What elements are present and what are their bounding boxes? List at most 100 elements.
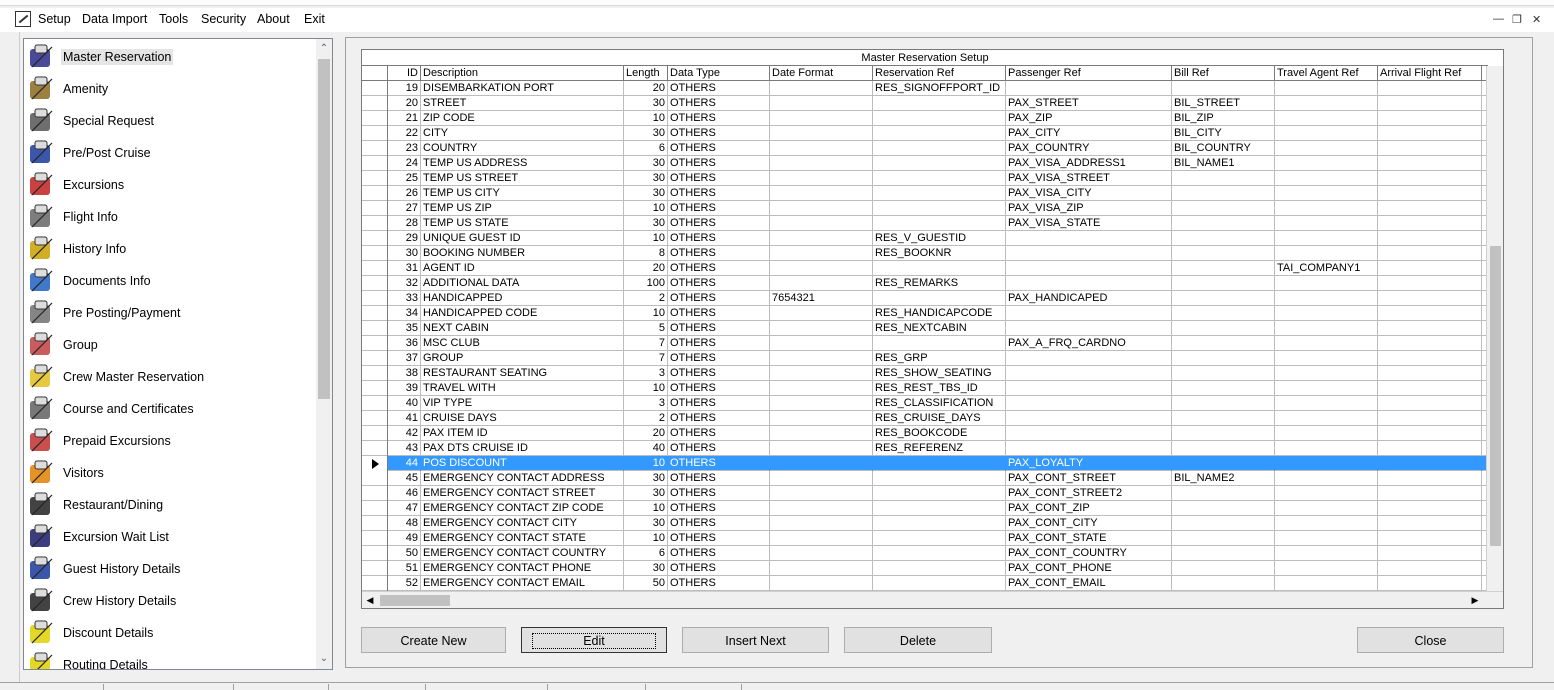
sidebar-item[interactable]: Amenity (24, 73, 324, 105)
scroll-up-icon[interactable]: ⌃ (316, 41, 332, 57)
table-row[interactable]: 24 TEMP US ADDRESS 30 OTHERS PAX_VISA_ADDRES… (362, 156, 1488, 171)
table-row[interactable]: 45 EMERGENCY CONTACT ADDRESS 30 OTHERS PAX_C… (362, 471, 1488, 486)
column-header[interactable]: Data Type (668, 66, 770, 81)
row-selector[interactable] (362, 291, 388, 306)
table-row[interactable]: 34 HANDICAPPED CODE 10 OTHERS RES_HANDICAPCO… (362, 306, 1488, 321)
table-row[interactable]: 40 VIP TYPE 3 OTHERS RES_CLASSIFICATION (362, 396, 1488, 411)
row-selector[interactable] (362, 261, 388, 276)
row-selector[interactable] (362, 156, 388, 171)
grid-hscroll-thumb[interactable] (380, 595, 450, 606)
table-row[interactable]: 43 PAX DTS CRUISE ID 40 OTHERS RES_REFERENZ (362, 441, 1488, 456)
row-selector[interactable] (362, 366, 388, 381)
minimize-icon[interactable]: — (1493, 13, 1504, 25)
delete-button[interactable]: Delete (844, 627, 992, 653)
row-selector[interactable] (362, 246, 388, 261)
sidebar-item[interactable]: Visitors (24, 457, 324, 489)
row-selector[interactable] (362, 336, 388, 351)
table-row[interactable]: 37 GROUP 7 OTHERS RES_GRP (362, 351, 1488, 366)
column-header[interactable]: Bill Ref (1172, 66, 1275, 81)
table-row[interactable]: 29 UNIQUE GUEST ID 10 OTHERS RES_V_GUESTID (362, 231, 1488, 246)
menu-setup[interactable]: Setup (38, 12, 71, 26)
column-header[interactable]: Reservation Ref (873, 66, 1006, 81)
row-selector[interactable] (362, 306, 388, 321)
restore-icon[interactable]: ❐ (1512, 13, 1522, 26)
table-row[interactable]: 20 STREET 30 OTHERS PAX_STREET BIL_STREET (362, 96, 1488, 111)
grid-horizontal-scrollbar[interactable]: ◀ ▶ (362, 591, 1503, 608)
master-reservation-grid[interactable]: Master Reservation Setup ID Description Le… (361, 49, 1504, 609)
sidebar-item[interactable]: Excursion Wait List (24, 521, 324, 553)
table-row[interactable]: 26 TEMP US CITY 30 OTHERS PAX_VISA_CITY (362, 186, 1488, 201)
table-row[interactable]: 36 MSC CLUB 7 OTHERS PAX_A_FRQ_CARDNO (362, 336, 1488, 351)
column-header[interactable]: Travel Agent Ref (1275, 66, 1378, 81)
grid-vertical-scrollbar[interactable] (1486, 66, 1503, 593)
row-selector[interactable] (362, 216, 388, 231)
sidebar-item[interactable]: Crew Master Reservation (24, 361, 324, 393)
row-selector[interactable] (362, 561, 388, 576)
table-row[interactable]: 21 ZIP CODE 10 OTHERS PAX_ZIP BIL_ZIP (362, 111, 1488, 126)
sidebar-item[interactable]: Routing Details (24, 649, 324, 669)
column-header[interactable]: Arrival Flight Ref (1378, 66, 1482, 81)
row-selector[interactable] (362, 531, 388, 546)
row-selector[interactable] (362, 486, 388, 501)
row-selector[interactable] (362, 396, 388, 411)
scroll-down-icon[interactable]: ⌄ (316, 651, 332, 667)
table-row[interactable]: 32 ADDITIONAL DATA 100 OTHERS RES_REMARKS (362, 276, 1488, 291)
table-row[interactable]: 52 EMERGENCY CONTACT EMAIL 50 OTHERS PAX_CON… (362, 576, 1488, 591)
sidebar-item[interactable]: Pre Posting/Payment (24, 297, 324, 329)
row-selector[interactable] (362, 276, 388, 291)
row-selector[interactable] (362, 81, 388, 96)
table-row[interactable]: 22 CITY 30 OTHERS PAX_CITY BIL_CITY (362, 126, 1488, 141)
scroll-right-icon[interactable]: ▶ (1467, 592, 1483, 608)
menu-security[interactable]: Security (201, 12, 246, 26)
table-row[interactable]: 35 NEXT CABIN 5 OTHERS RES_NEXTCABIN (362, 321, 1488, 336)
row-selector[interactable] (362, 471, 388, 486)
sidebar-item[interactable]: Documents Info (24, 265, 324, 297)
sidebar-item[interactable]: Group (24, 329, 324, 361)
table-row[interactable]: 50 EMERGENCY CONTACT COUNTRY 6 OTHERS PAX_CO… (362, 546, 1488, 561)
row-selector[interactable] (362, 516, 388, 531)
edit-button[interactable]: Edit (521, 627, 667, 653)
row-selector[interactable] (362, 426, 388, 441)
table-row[interactable]: 25 TEMP US STREET 30 OTHERS PAX_VISA_STREET (362, 171, 1488, 186)
table-row[interactable]: 41 CRUISE DAYS 2 OTHERS RES_CRUISE_DAYS (362, 411, 1488, 426)
row-selector[interactable] (362, 351, 388, 366)
sidebar-item[interactable]: Pre/Post Cruise (24, 137, 324, 169)
table-row[interactable]: 33 HANDICAPPED 2 OTHERS 7654321 PAX_HANDICAPE… (362, 291, 1488, 306)
sidebar-item[interactable]: Prepaid Excursions (24, 425, 324, 457)
table-row[interactable]: 23 COUNTRY 6 OTHERS PAX_COUNTRY BIL_COUNTRY (362, 141, 1488, 156)
table-row[interactable]: 51 EMERGENCY CONTACT PHONE 30 OTHERS PAX_CON… (362, 561, 1488, 576)
app-icon[interactable] (15, 11, 31, 27)
table-row[interactable]: 30 BOOKING NUMBER 8 OTHERS RES_BOOKNR (362, 246, 1488, 261)
table-row[interactable]: 27 TEMP US ZIP 10 OTHERS PAX_VISA_ZIP (362, 201, 1488, 216)
row-selector[interactable] (362, 186, 388, 201)
row-selector[interactable] (362, 231, 388, 246)
table-row[interactable]: 39 TRAVEL WITH 10 OTHERS RES_REST_TBS_ID (362, 381, 1488, 396)
sidebar-item[interactable]: History Info (24, 233, 324, 265)
scroll-left-icon[interactable]: ◀ (362, 592, 378, 608)
column-header[interactable]: Length (624, 66, 668, 81)
table-row[interactable]: 28 TEMP US STATE 30 OTHERS PAX_VISA_STATE (362, 216, 1488, 231)
row-selector[interactable] (362, 141, 388, 156)
row-selector[interactable] (362, 411, 388, 426)
sidebar-item[interactable]: Excursions (24, 169, 324, 201)
sidebar-item[interactable]: Flight Info (24, 201, 324, 233)
sidebar-item[interactable]: Master Reservation (24, 41, 324, 73)
grid-vscroll-thumb[interactable] (1490, 246, 1501, 546)
row-selector[interactable] (362, 546, 388, 561)
sidebar-item[interactable]: Guest History Details (24, 553, 324, 585)
table-row[interactable]: 42 PAX ITEM ID 20 OTHERS RES_BOOKCODE (362, 426, 1488, 441)
sidebar-item[interactable]: Discount Details (24, 617, 324, 649)
sidebar-scroll-thumb[interactable] (318, 59, 330, 399)
sidebar-scrollbar[interactable]: ⌃ ⌄ (316, 39, 332, 669)
column-header[interactable]: Date Format (770, 66, 873, 81)
sidebar-item[interactable]: Crew History Details (24, 585, 324, 617)
table-row[interactable]: 47 EMERGENCY CONTACT ZIP CODE 10 OTHERS PAX_… (362, 501, 1488, 516)
row-selector[interactable] (362, 321, 388, 336)
menu-tools[interactable]: Tools (159, 12, 188, 26)
row-selector[interactable] (362, 441, 388, 456)
close-window-icon[interactable]: ✕ (1532, 13, 1541, 26)
row-selector[interactable] (362, 201, 388, 216)
row-selector[interactable] (362, 111, 388, 126)
row-selector[interactable] (362, 171, 388, 186)
sidebar-item[interactable]: Restaurant/Dining (24, 489, 324, 521)
